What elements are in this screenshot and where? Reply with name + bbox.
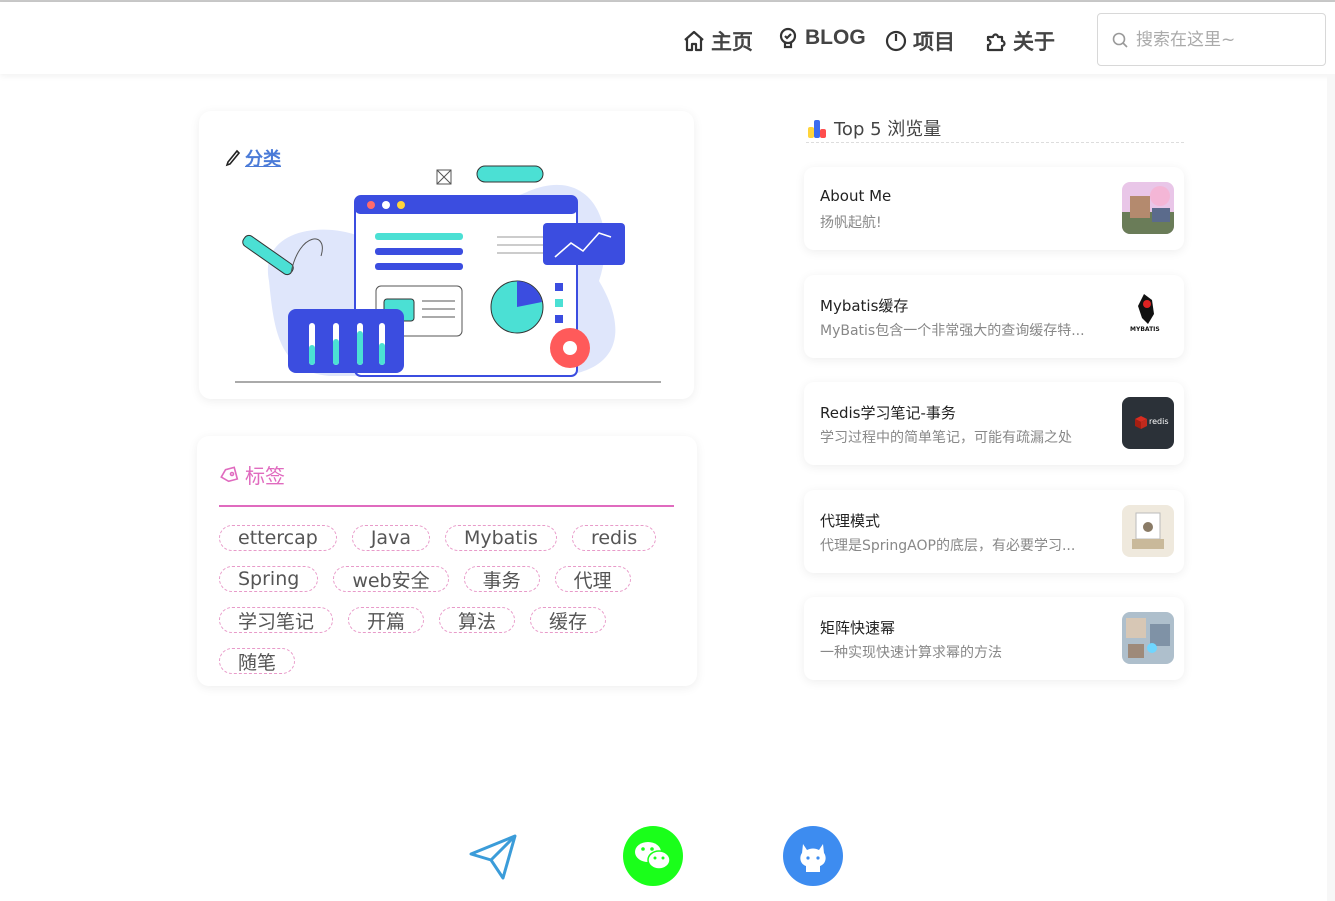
tag-chip[interactable]: redis (571, 525, 657, 551)
post-card-about-me[interactable]: About Me 扬帆起航! (804, 167, 1184, 250)
post-thumbnail (1122, 505, 1174, 557)
tag-chip[interactable]: Java (351, 525, 430, 551)
page-right-gutter (1327, 74, 1335, 901)
github-link[interactable] (783, 826, 843, 886)
post-card-matrix[interactable]: 矩阵快速幂 一种实现快速计算求幂的方法 (804, 597, 1184, 680)
post-title: About Me (820, 187, 892, 205)
top5-header: Top 5 浏览量 (806, 113, 1184, 143)
top5-title: Top 5 浏览量 (834, 118, 942, 140)
tag-chip[interactable]: 算法 (439, 607, 516, 633)
search-icon (1112, 32, 1128, 48)
search-input[interactable] (1136, 29, 1306, 50)
post-desc: 扬帆起航! (820, 215, 882, 231)
tag-chip[interactable]: 学习笔记 (219, 607, 334, 633)
nav-blog-label: BLOG (805, 26, 866, 49)
lightbulb-icon (779, 27, 797, 49)
telegram-link[interactable] (463, 826, 523, 886)
paper-plane-icon (469, 834, 517, 880)
tag-chip[interactable]: 代理 (554, 566, 631, 592)
post-title: 矩阵快速幂 (820, 619, 896, 637)
puzzle-icon (986, 33, 1006, 52)
tag-list: ettercap Java Mybatis redis Spring web安全… (219, 525, 679, 674)
tag-chip[interactable]: web安全 (333, 566, 449, 592)
nav-blog[interactable]: BLOG (776, 26, 866, 50)
post-desc: 代理是SpringAOP的底层，有必要学习... (820, 538, 1076, 554)
tags-card: 标签 ettercap Java Mybatis redis Spring we… (197, 436, 697, 686)
nav-home[interactable]: 主页 (682, 26, 753, 56)
nav-about[interactable]: 关于 (984, 26, 1055, 56)
post-thumbnail (1122, 612, 1174, 664)
wechat-link[interactable] (623, 826, 683, 886)
nav-projects[interactable]: 项目 (884, 26, 955, 56)
redis-logo-text: redis (1149, 417, 1169, 426)
tag-chip[interactable]: 缓存 (530, 607, 607, 633)
post-desc: 学习过程中的简单笔记，可能有疏漏之处 (820, 430, 1072, 446)
tag-chip[interactable]: 事务 (463, 566, 540, 592)
post-desc: MyBatis包含一个非常强大的查询缓存特... (820, 323, 1085, 339)
post-thumbnail: redis (1122, 397, 1174, 449)
mybatis-bird-icon (1138, 294, 1154, 324)
tags-title: 标签 (245, 464, 285, 488)
tag-icon (220, 465, 239, 482)
category-card: 分类 (199, 111, 694, 399)
post-card-proxy[interactable]: 代理模式 代理是SpringAOP的底层，有必要学习... (804, 490, 1184, 573)
dashboard-illustration (235, 165, 661, 383)
post-desc: 一种实现快速计算求幂的方法 (820, 645, 1002, 661)
bar-chart-icon (808, 119, 826, 138)
post-card-mybatis[interactable]: Mybatis缓存 MyBatis包含一个非常强大的查询缓存特... MYBAT… (804, 275, 1184, 358)
site-header: 主页 BLOG 项目 关于 (0, 2, 1335, 74)
home-icon (684, 30, 704, 52)
tag-chip[interactable]: Spring (219, 566, 319, 592)
tag-chip[interactable]: 开篇 (348, 607, 425, 633)
tags-header: 标签 (219, 460, 285, 489)
post-title: 代理模式 (820, 512, 881, 530)
wechat-icon (635, 842, 671, 870)
mybatis-logo-text: MYBATIS (1130, 326, 1160, 333)
tag-chip[interactable]: 随笔 (219, 648, 296, 674)
tag-chip[interactable]: ettercap (219, 525, 337, 551)
post-thumbnail: MYBATIS (1122, 290, 1174, 342)
tags-divider (219, 505, 674, 507)
tag-chip[interactable]: Mybatis (444, 525, 557, 551)
nav-home-label: 主页 (711, 31, 753, 54)
post-title: Mybatis缓存 (820, 297, 909, 315)
search-box[interactable] (1097, 13, 1326, 66)
nav-projects-label: 项目 (913, 31, 955, 54)
post-title: Redis学习笔记-事务 (820, 404, 956, 422)
nav-about-label: 关于 (1013, 31, 1055, 54)
power-icon (885, 30, 907, 52)
post-card-redis[interactable]: Redis学习笔记-事务 学习过程中的简单笔记，可能有疏漏之处 redis (804, 382, 1184, 465)
github-cat-icon (800, 844, 826, 872)
post-thumbnail (1122, 182, 1174, 234)
